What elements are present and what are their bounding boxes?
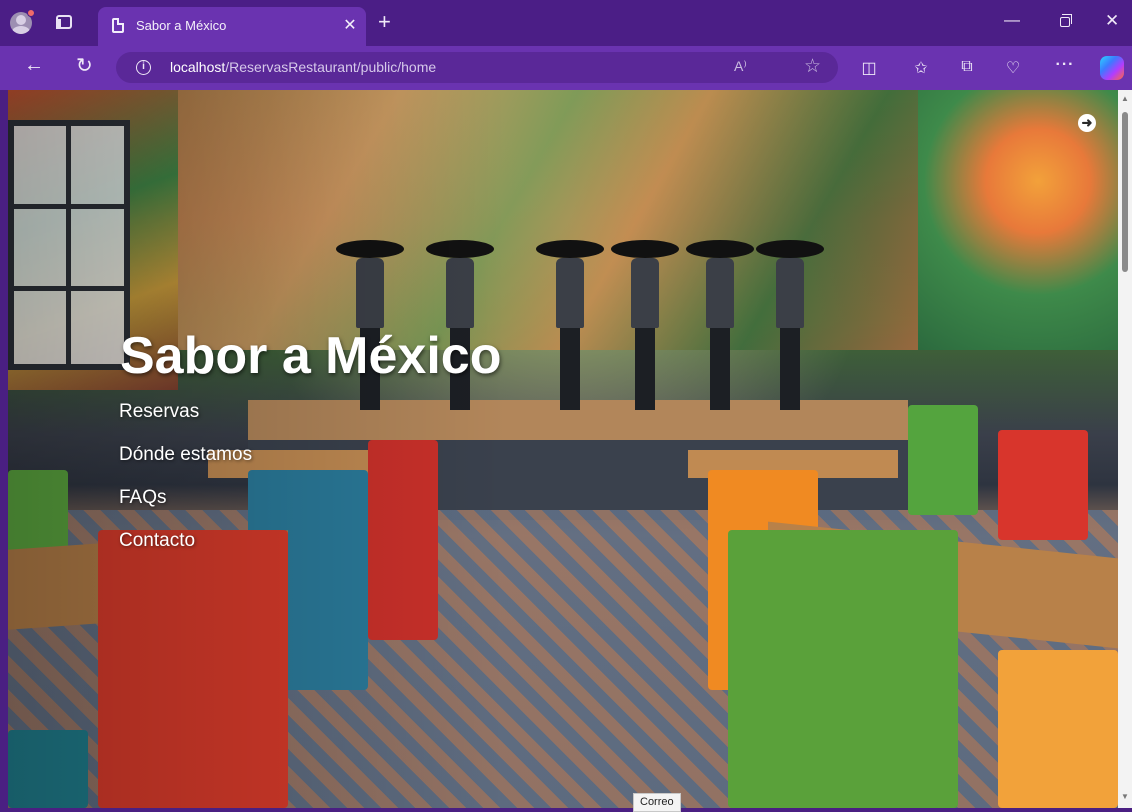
split-screen-icon[interactable]: ◫	[858, 58, 880, 78]
tab-close-icon[interactable]: ✕	[341, 15, 359, 35]
link-status-tooltip: Correo	[633, 793, 681, 812]
tab-actions-icon[interactable]	[56, 15, 72, 29]
new-tab-button[interactable]: +	[378, 9, 391, 35]
nav-link-faqs[interactable]: FAQs	[119, 486, 252, 529]
address-bar[interactable]: i localhost/ReservasRestaurant/public/ho…	[116, 52, 838, 83]
close-icon[interactable]: ✕	[1105, 11, 1119, 31]
browser-tab[interactable]: Sabor a México ✕	[98, 7, 366, 46]
browser-toolbar: ← ↻ i localhost/ReservasRestaurant/publi…	[0, 46, 1132, 90]
tab-title: Sabor a México	[136, 18, 227, 33]
collections-icon[interactable]: ⧉	[956, 58, 978, 76]
main-nav: Reservas Dónde estamos FAQs Contacto	[119, 400, 252, 572]
scroll-down-icon[interactable]: ▼	[1121, 792, 1129, 801]
browser-essentials-icon[interactable]: ♡	[1002, 58, 1024, 78]
nav-link-reservas[interactable]: Reservas	[119, 400, 252, 443]
page-icon	[112, 18, 124, 33]
favorite-star-icon[interactable]: ☆	[804, 55, 821, 78]
back-icon[interactable]: ←	[24, 54, 44, 77]
scroll-thumb[interactable]	[1122, 112, 1128, 272]
profile-badge	[27, 9, 35, 17]
url-host: localhost	[170, 59, 226, 75]
minimize-icon[interactable]: —	[1004, 12, 1020, 30]
copilot-icon[interactable]	[1100, 56, 1124, 80]
page-viewport: Sabor a México Reservas Dónde estamos FA…	[8, 90, 1118, 808]
restore-icon[interactable]	[1060, 14, 1072, 27]
url-text[interactable]: localhost/ReservasRestaurant/public/home	[170, 59, 436, 75]
url-path: /ReservasRestaurant/public/home	[225, 59, 437, 75]
info-icon[interactable]: i	[136, 60, 151, 75]
nav-link-contacto[interactable]: Contacto	[119, 529, 252, 572]
login-arrow-icon[interactable]: ➜	[1078, 114, 1096, 132]
nav-link-donde-estamos[interactable]: Dónde estamos	[119, 443, 252, 486]
read-aloud-icon[interactable]: A⁾	[734, 58, 747, 75]
page-scrollbar[interactable]: ▲ ▼	[1118, 90, 1132, 808]
title-bar: Sabor a México ✕ + — ✕	[0, 0, 1132, 46]
more-icon[interactable]: ···	[1054, 56, 1076, 74]
browser-window: Sabor a México ✕ + — ✕ ← ↻ i localhost/R…	[0, 0, 1132, 812]
page-title: Sabor a México	[120, 327, 502, 385]
favorites-icon[interactable]: ✩	[910, 58, 932, 78]
scroll-up-icon[interactable]: ▲	[1121, 94, 1129, 103]
reload-icon[interactable]: ↻	[76, 53, 93, 78]
